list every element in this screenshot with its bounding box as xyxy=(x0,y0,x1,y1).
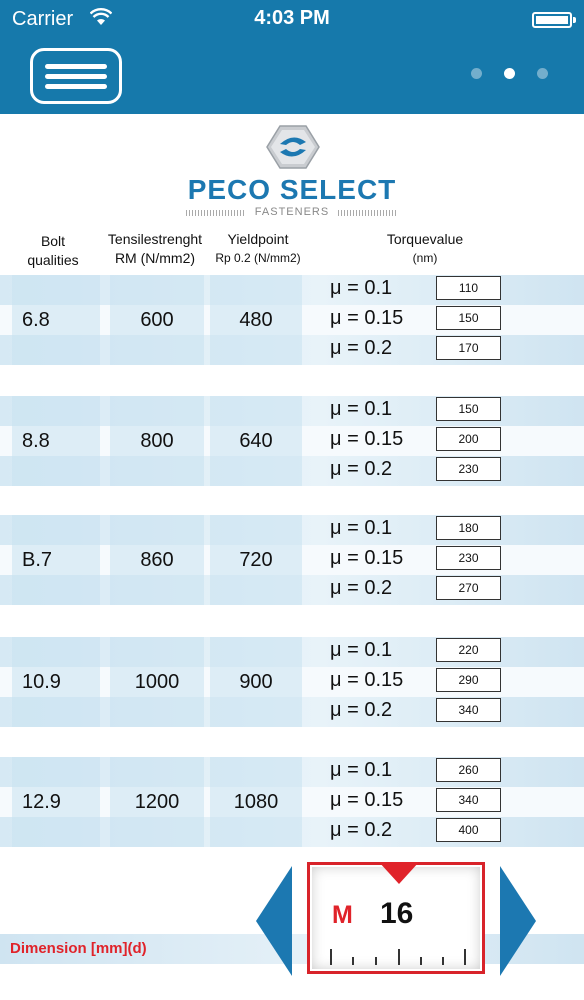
bolt-quality: 6.8 xyxy=(22,309,50,331)
tensile-strength: 800 xyxy=(140,430,174,452)
page-dot-3[interactable] xyxy=(537,68,548,79)
brand-logo: PECO SELECT FASTENERS xyxy=(0,124,584,224)
yield-point: 640 xyxy=(239,430,273,452)
yield-point: 900 xyxy=(239,671,273,693)
bolt-quality: 12.9 xyxy=(22,791,61,813)
torque-value-field[interactable]: 230 xyxy=(436,457,501,481)
dimension-unit: M xyxy=(332,901,353,929)
torque-value-field[interactable]: 110 xyxy=(436,276,501,300)
previous-size-button[interactable] xyxy=(256,866,292,976)
friction-coefficient: μ = 0.15 xyxy=(330,669,404,691)
friction-coefficient: μ = 0.1 xyxy=(330,517,393,539)
header-torque-value: Torquevalue (nm) xyxy=(386,231,464,265)
brand-subtitle: FASTENERS xyxy=(186,206,398,218)
table-row: 8.8 800 640 μ = 0.1 150 μ = 0.15 200 μ = 0.2 230 xyxy=(0,396,584,486)
page-dot-1[interactable] xyxy=(471,68,482,79)
torque-value-field[interactable]: 400 xyxy=(436,818,501,842)
torque-value-field[interactable]: 340 xyxy=(436,788,501,812)
status-bar: Carrier 4:03 PM xyxy=(0,0,584,38)
table-row: 12.9 1200 1080 μ = 0.1 260 μ = 0.15 340 μ = 0.2… xyxy=(0,757,584,847)
table-row: B.7 860 720 μ = 0.1 180 μ = 0.15 230 μ = 0.2 270 xyxy=(0,515,584,605)
bolt-quality: 10.9 xyxy=(22,671,61,693)
torque-value-field[interactable]: 150 xyxy=(436,306,501,330)
torque-value-field[interactable]: 180 xyxy=(436,516,501,540)
friction-coefficient: μ = 0.2 xyxy=(330,699,393,721)
header-bolt-qualities: Bolt qualities xyxy=(27,233,79,268)
pointer-indicator-icon xyxy=(379,862,419,884)
torque-value-field[interactable]: 220 xyxy=(436,638,501,662)
brand-name: PECO SELECT xyxy=(187,174,397,205)
friction-coefficient: μ = 0.2 xyxy=(330,337,393,359)
torque-value-field[interactable]: 340 xyxy=(436,698,501,722)
triangle-left-icon xyxy=(256,866,292,976)
table-row: 6.8 600 480 μ = 0.1 110 μ = 0.15 150 μ = 0.2 170 xyxy=(0,275,584,365)
tensile-strength: 600 xyxy=(140,309,174,331)
friction-coefficient: μ = 0.15 xyxy=(330,307,404,329)
bolt-quality: 8.8 xyxy=(22,430,50,452)
next-size-button[interactable] xyxy=(500,866,536,976)
triangle-right-icon xyxy=(500,866,536,976)
friction-coefficient: μ = 0.2 xyxy=(330,577,393,599)
torque-value-field[interactable]: 150 xyxy=(436,397,501,421)
friction-coefficient: μ = 0.1 xyxy=(330,759,393,781)
friction-coefficient: μ = 0.15 xyxy=(330,428,404,450)
tensile-strength: 1200 xyxy=(134,791,180,813)
status-time: 4:03 PM xyxy=(254,7,330,29)
yield-point: 1080 xyxy=(233,791,279,813)
header-tensile-strength: Tensilestrenght RM (N/mm2) xyxy=(107,231,203,266)
tensile-strength: 860 xyxy=(140,549,174,571)
page-indicator[interactable] xyxy=(471,68,548,79)
dimension-label: Dimension [mm](d) xyxy=(10,940,147,957)
header-yield-point: Yieldpoint Rp 0.2 (N/mm2) xyxy=(215,231,301,265)
battery-icon xyxy=(532,12,576,28)
friction-coefficient: μ = 0.2 xyxy=(330,819,393,841)
friction-coefficient: μ = 0.2 xyxy=(330,458,393,480)
torque-value-field[interactable]: 270 xyxy=(436,576,501,600)
dimension-value: 16 xyxy=(380,897,414,930)
friction-coefficient: μ = 0.1 xyxy=(330,277,393,299)
friction-coefficient: μ = 0.1 xyxy=(330,398,393,420)
torque-value-field[interactable]: 170 xyxy=(436,336,501,360)
torque-value-field[interactable]: 230 xyxy=(436,546,501,570)
page-dot-2[interactable] xyxy=(504,68,515,79)
friction-coefficient: μ = 0.15 xyxy=(330,789,404,811)
tensile-strength: 1000 xyxy=(134,671,180,693)
bolt-quality: B.7 xyxy=(22,549,53,571)
ruler-ticks xyxy=(330,949,466,965)
menu-button[interactable] xyxy=(30,48,122,104)
torque-value-field[interactable]: 290 xyxy=(436,668,501,692)
friction-coefficient: μ = 0.15 xyxy=(330,547,404,569)
yield-point: 720 xyxy=(239,549,273,571)
hamburger-menu-icon xyxy=(45,64,107,69)
bolt-hex-icon xyxy=(266,125,320,169)
yield-point: 480 xyxy=(239,309,273,331)
dimension-picker[interactable]: M 16 xyxy=(307,862,485,974)
table-row: 10.9 1000 900 μ = 0.1 220 μ = 0.15 290 μ = 0.2 3… xyxy=(0,637,584,727)
torque-value-field[interactable]: 200 xyxy=(436,427,501,451)
friction-coefficient: μ = 0.1 xyxy=(330,639,393,661)
torque-value-field[interactable]: 260 xyxy=(436,758,501,782)
nav-bar xyxy=(0,38,584,114)
